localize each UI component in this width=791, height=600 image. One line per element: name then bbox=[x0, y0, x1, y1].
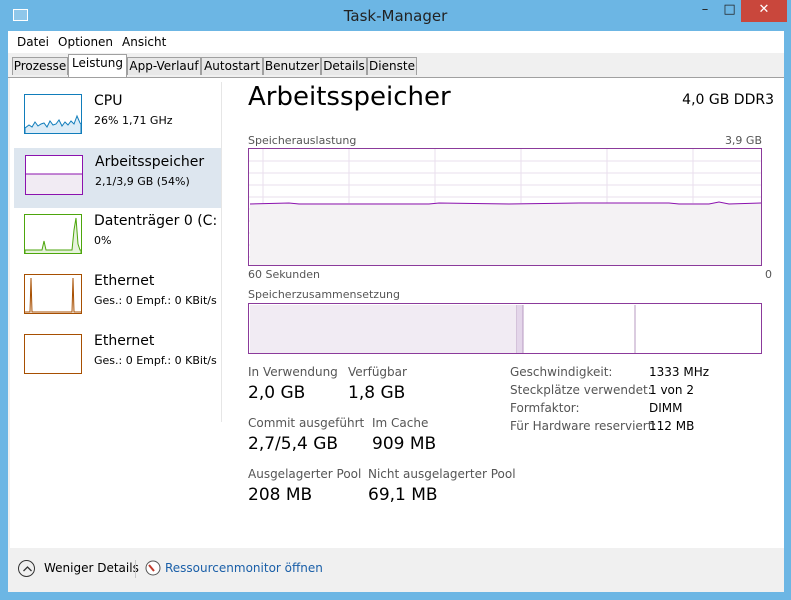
tab-autostart[interactable]: Autostart bbox=[201, 57, 263, 75]
x-axis-left-label: 60 Sekunden bbox=[248, 268, 320, 281]
sidebar-item-label: Arbeitsspeicher bbox=[95, 154, 205, 170]
memory-usage-graph bbox=[248, 148, 762, 266]
window-title: Task-Manager bbox=[343, 7, 448, 25]
close-button[interactable]: ✕ bbox=[741, 0, 787, 22]
page-title: Arbeitsspeicher bbox=[248, 82, 451, 112]
menu-datei[interactable]: Datei bbox=[17, 35, 49, 49]
sidebar-item-label: Ethernet bbox=[94, 333, 155, 349]
menu-optionen[interactable]: Optionen bbox=[58, 35, 113, 49]
tab-leistung[interactable]: Leistung bbox=[68, 54, 127, 77]
tab-app-verlauf[interactable]: App-Verlauf bbox=[127, 57, 201, 75]
stat-nonpaged-pool-label: Nicht ausgelagerter Pool bbox=[368, 467, 516, 481]
minimize-button[interactable]: – bbox=[692, 0, 718, 22]
sidebar-item-value: Ges.: 0 Empf.: 0 KBit/s bbox=[94, 354, 217, 367]
sidebar-item-value: 0% bbox=[94, 234, 112, 247]
usage-fill bbox=[250, 203, 761, 265]
stat-in-use-value: 2,0 GB bbox=[248, 383, 306, 403]
x-axis-right-label: 0 bbox=[765, 268, 772, 281]
footer-divider bbox=[135, 560, 136, 578]
sidebar-item-label: Ethernet bbox=[94, 273, 155, 289]
composition-modified bbox=[517, 305, 523, 353]
composition-label: Speicherzusammensetzung bbox=[248, 288, 400, 301]
ethernet-thumbnail bbox=[24, 334, 82, 374]
sidebar-item-cpu[interactable]: CPU 26% 1,71 GHz bbox=[14, 88, 219, 146]
sidebar-item-memory[interactable]: Arbeitsspeicher 2,1/3,9 GB (54%) bbox=[14, 148, 221, 208]
fewer-details-button[interactable]: Weniger Details bbox=[44, 561, 139, 575]
composition-in-use bbox=[250, 305, 517, 353]
maximize-button[interactable]: □ bbox=[718, 0, 741, 22]
footer-bar: Weniger Details Ressourcenmonitor öffnen bbox=[8, 548, 784, 592]
sidebar-item-label: CPU bbox=[94, 93, 123, 109]
fewer-details-toggle-icon[interactable] bbox=[18, 560, 35, 577]
sidebar-item-ethernet-1[interactable]: Ethernet Ges.: 0 Empf.: 0 KBit/s bbox=[14, 268, 219, 326]
info-reserved-label: Für Hardware reserviert: bbox=[510, 419, 657, 433]
task-manager-window: Task-Manager – □ ✕ Datei Optionen Ansich… bbox=[0, 0, 791, 600]
title-bar[interactable]: Task-Manager – □ ✕ bbox=[0, 0, 791, 31]
client-area: Datei Optionen Ansicht Prozesse Leistung… bbox=[8, 31, 784, 592]
sidebar-item-ethernet-2[interactable]: Ethernet Ges.: 0 Empf.: 0 KBit/s bbox=[14, 328, 219, 386]
memory-spec: 4,0 GB DDR3 bbox=[682, 92, 774, 108]
memory-composition-bar bbox=[248, 303, 762, 354]
stat-nonpaged-pool-value: 69,1 MB bbox=[368, 485, 438, 505]
performance-panel: CPU 26% 1,71 GHz Arbeitsspeicher 2,1/3,9… bbox=[10, 78, 784, 548]
usage-graph-max: 3,9 GB bbox=[724, 134, 762, 147]
tab-dienste[interactable]: Dienste bbox=[367, 57, 417, 75]
stat-paged-pool-value: 208 MB bbox=[248, 485, 313, 505]
cpu-thumbnail bbox=[24, 94, 82, 134]
disk-thumbnail bbox=[24, 214, 82, 254]
info-slots-label: Steckplätze verwendet: bbox=[510, 383, 652, 397]
info-form-factor-value: DIMM bbox=[649, 401, 683, 415]
sidebar-divider bbox=[221, 82, 222, 422]
stat-available-value: 1,8 GB bbox=[348, 383, 406, 403]
menu-ansicht[interactable]: Ansicht bbox=[122, 35, 166, 49]
stat-available-label: Verfügbar bbox=[348, 365, 407, 379]
stat-in-use-label: In Verwendung bbox=[248, 365, 338, 379]
memory-thumbnail bbox=[25, 155, 83, 195]
menu-bar: Datei Optionen Ansicht bbox=[8, 31, 784, 53]
tab-benutzer[interactable]: Benutzer bbox=[263, 57, 321, 75]
info-reserved-value: 112 MB bbox=[649, 419, 695, 433]
stat-paged-pool-label: Ausgelagerter Pool bbox=[248, 467, 362, 481]
info-speed-value: 1333 MHz bbox=[649, 365, 710, 379]
resource-monitor-icon bbox=[145, 560, 161, 576]
stat-cached-label: Im Cache bbox=[372, 416, 429, 430]
sidebar-item-value: 26% 1,71 GHz bbox=[94, 114, 173, 127]
info-form-factor-label: Formfaktor: bbox=[510, 401, 580, 415]
sidebar-item-label: Datenträger 0 (C: D:) bbox=[94, 213, 219, 229]
stat-commit-value: 2,7/5,4 GB bbox=[248, 434, 339, 454]
sidebar-item-value: Ges.: 0 Empf.: 0 KBit/s bbox=[94, 294, 217, 307]
sidebar-item-disk[interactable]: Datenträger 0 (C: D:) 0% bbox=[14, 208, 219, 266]
info-slots-value: 1 von 2 bbox=[649, 383, 694, 397]
tab-bar: Prozesse Leistung App-Verlauf Autostart … bbox=[8, 53, 784, 78]
resource-monitor-link[interactable]: Ressourcenmonitor öffnen bbox=[165, 561, 323, 575]
stat-commit-label: Commit ausgeführt bbox=[248, 416, 365, 430]
ethernet-thumbnail bbox=[24, 274, 82, 314]
info-speed-label: Geschwindigkeit: bbox=[510, 365, 613, 379]
stat-cached-value: 909 MB bbox=[372, 434, 437, 454]
usage-graph-label: Speicherauslastung bbox=[248, 134, 357, 147]
tab-details[interactable]: Details bbox=[321, 57, 367, 75]
tab-prozesse[interactable]: Prozesse bbox=[12, 57, 68, 75]
sidebar-item-value: 2,1/3,9 GB (54%) bbox=[95, 175, 190, 188]
